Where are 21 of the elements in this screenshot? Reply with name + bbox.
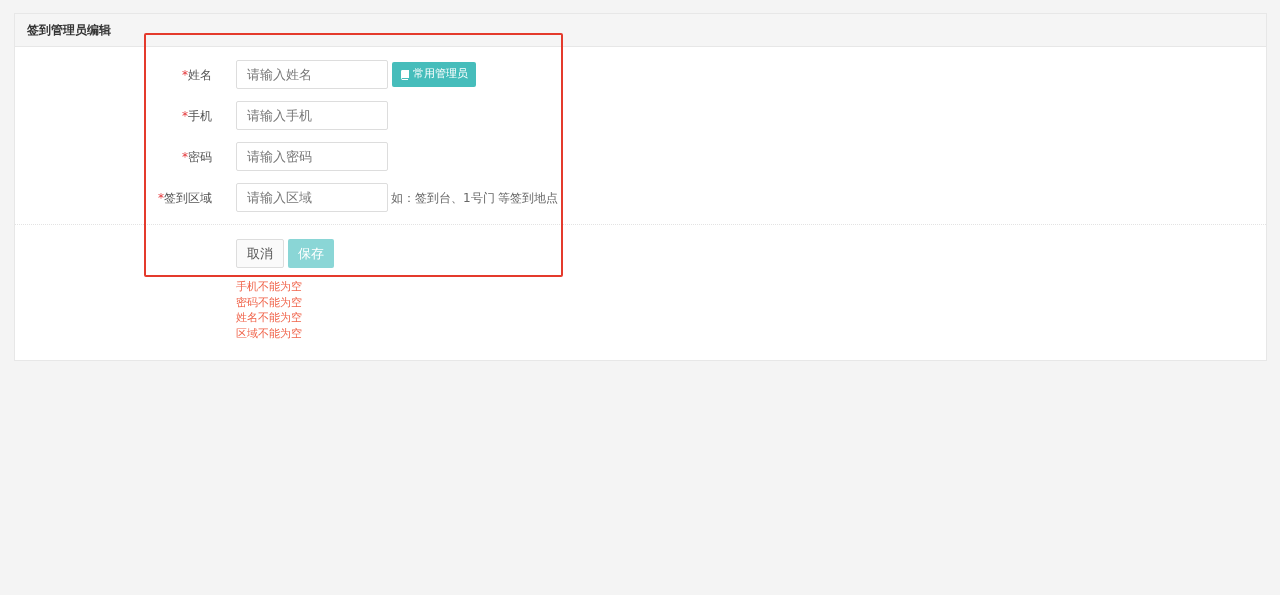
book-icon [400,69,409,80]
field-hint: 如：签到台、1号门 等签到地点 [391,189,559,207]
field-label: 签到区域 [164,190,212,205]
required-mark: * [158,190,164,205]
input-field[interactable]: 请输入姓名 [236,60,388,89]
common-admin-button[interactable]: 常用管理员 [392,62,476,87]
required-mark: * [182,67,188,82]
field-label: 姓名 [188,67,212,82]
field-label: 密码 [188,149,212,164]
input-field[interactable]: 请输入区域 [236,183,388,212]
cancel-button[interactable]: 取消 [236,239,284,268]
input-field[interactable]: 请输入手机 [236,101,388,130]
error-message: 区域不能为空 [236,325,303,341]
required-mark: * [182,149,188,164]
field-label: 手机 [188,108,212,123]
error-message: 姓名不能为空 [236,310,303,326]
panel-title: 签到管理员编辑 [27,22,111,39]
input-field[interactable]: 请输入密码 [236,142,388,171]
error-message: 手机不能为空 [236,279,303,295]
error-message: 密码不能为空 [236,294,303,310]
required-mark: * [182,108,188,123]
